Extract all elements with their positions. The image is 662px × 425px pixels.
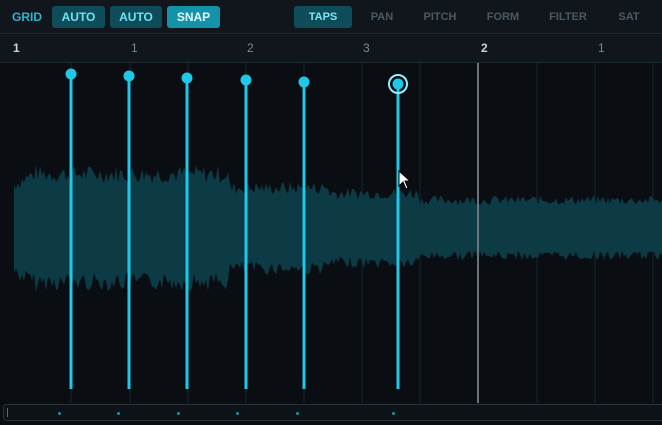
ruler-label-beat-1: 1 — [131, 41, 138, 55]
grid-label: GRID — [12, 10, 42, 24]
ruler-label-beat-2: 2 — [247, 41, 254, 55]
tab-sat[interactable]: SAT — [612, 6, 646, 28]
auto-button-1[interactable]: AUTO — [52, 6, 105, 28]
ruler-label-beat-1b: 1 — [598, 41, 605, 55]
tap-overview-dot — [177, 412, 180, 415]
tap-overview-dot — [392, 412, 395, 415]
tap-handle[interactable] — [298, 76, 310, 88]
tap-lane[interactable] — [0, 63, 662, 403]
ruler-label-bar-2: 2 — [481, 41, 488, 55]
tap-handle[interactable] — [181, 72, 193, 84]
snap-button[interactable]: SNAP — [167, 6, 220, 28]
waveform — [14, 164, 662, 292]
tap-overview-dot — [236, 412, 239, 415]
tap-overview-dot — [58, 412, 61, 415]
tap-handle[interactable] — [392, 78, 404, 90]
ruler-label-bar-1: 1 — [13, 41, 20, 55]
timeline-scrollbar[interactable] — [3, 404, 662, 421]
tap-overview-dot — [296, 412, 299, 415]
ruler-label-beat-3: 3 — [363, 41, 370, 55]
scrollbar-grip[interactable] — [7, 408, 8, 417]
tap-handle[interactable] — [65, 68, 77, 80]
tab-filter[interactable]: FILTER — [544, 6, 592, 28]
timeline-ruler[interactable]: 1 1 2 3 2 1 — [0, 34, 662, 63]
mouse-cursor-icon — [398, 169, 412, 190]
tab-form[interactable]: FORM — [481, 6, 525, 28]
toolbar: GRID AUTO AUTO SNAP TAPS PAN PITCH FORM … — [0, 0, 662, 34]
auto-button-2[interactable]: AUTO — [110, 6, 162, 28]
tap-handle[interactable] — [240, 74, 252, 86]
tap-overview-dot — [117, 412, 120, 415]
tab-pitch[interactable]: PITCH — [418, 6, 462, 28]
tap-lane-canvas — [14, 63, 662, 403]
tap-handle[interactable] — [123, 70, 135, 82]
tab-taps[interactable]: TAPS — [294, 6, 352, 28]
tab-pan[interactable]: PAN — [362, 6, 402, 28]
